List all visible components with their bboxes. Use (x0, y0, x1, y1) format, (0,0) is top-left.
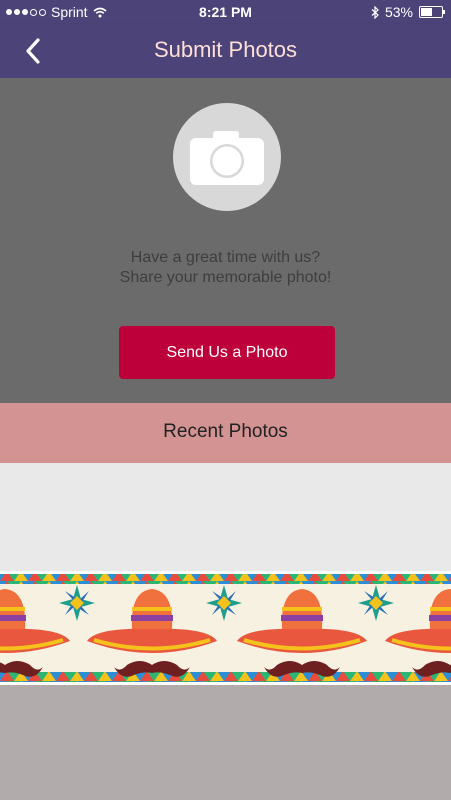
recent-photos-title: Recent Photos (163, 421, 288, 442)
submit-photo-section: Have a great time with us? Share your me… (0, 78, 451, 403)
camera-icon-circle (173, 103, 281, 211)
photo-thumbnail[interactable] (0, 571, 451, 685)
prompt-text: Have a great time with us? Share your me… (0, 248, 451, 288)
photo-placeholder[interactable] (0, 463, 451, 571)
nav-bar: Submit Photos (0, 24, 451, 78)
page-title: Submit Photos (153, 37, 298, 62)
send-photo-button[interactable]: Send Us a Photo (119, 326, 335, 379)
prompt-line-2: Share your memorable photo! (119, 269, 332, 286)
fiesta-banner-image (0, 571, 451, 685)
prompt-line-1: Have a great time with us? (130, 249, 321, 266)
status-bar: Sprint 8:21 PM 53% (0, 0, 451, 24)
camera-icon (190, 131, 264, 185)
status-right: 53% (371, 4, 445, 20)
battery-icon (419, 6, 445, 18)
recent-photos-header: Recent Photos (0, 403, 451, 463)
battery-percent: 53% (384, 4, 413, 20)
photo-placeholder-2[interactable] (0, 685, 451, 800)
bluetooth-icon (371, 5, 379, 19)
